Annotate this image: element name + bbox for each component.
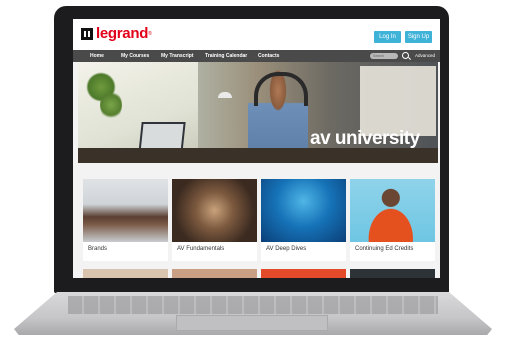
nav-item-training-calendar[interactable]: Training Calendar bbox=[205, 50, 247, 62]
swimmers-image bbox=[261, 179, 346, 242]
wall-board-image bbox=[360, 66, 436, 136]
site-header: legrand ® Log In Sign Up bbox=[73, 19, 440, 50]
nav-item-contacts[interactable]: Contacts bbox=[258, 50, 279, 62]
search-input[interactable]: Search bbox=[370, 53, 398, 59]
card-row2-2[interactable] bbox=[172, 269, 257, 278]
login-button[interactable]: Log In bbox=[374, 31, 401, 43]
card-row2-4[interactable] bbox=[350, 269, 435, 278]
legrand-logo-icon bbox=[81, 27, 93, 40]
card-label: Brands bbox=[88, 246, 108, 252]
card-continuing-ed-credits[interactable]: Continuing Ed Credits bbox=[350, 179, 435, 261]
card-av-deep-dives[interactable]: AV Deep Dives bbox=[261, 179, 346, 261]
card-label: Continuing Ed Credits bbox=[355, 246, 414, 252]
hero-banner: av university bbox=[78, 62, 438, 163]
advanced-search-link[interactable]: Advanced bbox=[415, 50, 435, 62]
main-nav: Home My Courses My Transcript Training C… bbox=[73, 50, 440, 62]
legrand-logo[interactable]: legrand ® bbox=[81, 25, 152, 42]
search-icon[interactable] bbox=[402, 52, 409, 59]
card-label: AV Deep Dives bbox=[266, 246, 307, 252]
logo-text: legrand bbox=[96, 25, 149, 42]
card-label: AV Fundamentals bbox=[177, 246, 225, 252]
conference-room-image bbox=[83, 179, 168, 242]
headphones-image bbox=[254, 72, 308, 106]
registered-mark: ® bbox=[148, 30, 152, 37]
nav-item-home[interactable]: Home bbox=[90, 50, 104, 62]
hero-title: av university bbox=[310, 128, 420, 149]
signup-button[interactable]: Sign Up bbox=[405, 31, 432, 43]
card-brands[interactable]: Brands bbox=[83, 179, 168, 261]
card-av-fundamentals[interactable]: AV Fundamentals bbox=[172, 179, 257, 261]
screen: legrand ® Log In Sign Up Home My Courses… bbox=[73, 19, 440, 278]
desk-lamp-image bbox=[218, 92, 232, 98]
nav-item-my-transcript[interactable]: My Transcript bbox=[161, 50, 194, 62]
excited-person-image bbox=[350, 179, 435, 242]
keyboard bbox=[68, 296, 438, 314]
card-row2-3[interactable] bbox=[261, 269, 346, 278]
plant-image-2 bbox=[100, 90, 122, 120]
nav-item-my-courses[interactable]: My Courses bbox=[121, 50, 149, 62]
desk-image bbox=[78, 148, 438, 163]
trackpad bbox=[176, 315, 328, 331]
network-hands-image bbox=[172, 179, 257, 242]
card-row2-1[interactable] bbox=[83, 269, 168, 278]
